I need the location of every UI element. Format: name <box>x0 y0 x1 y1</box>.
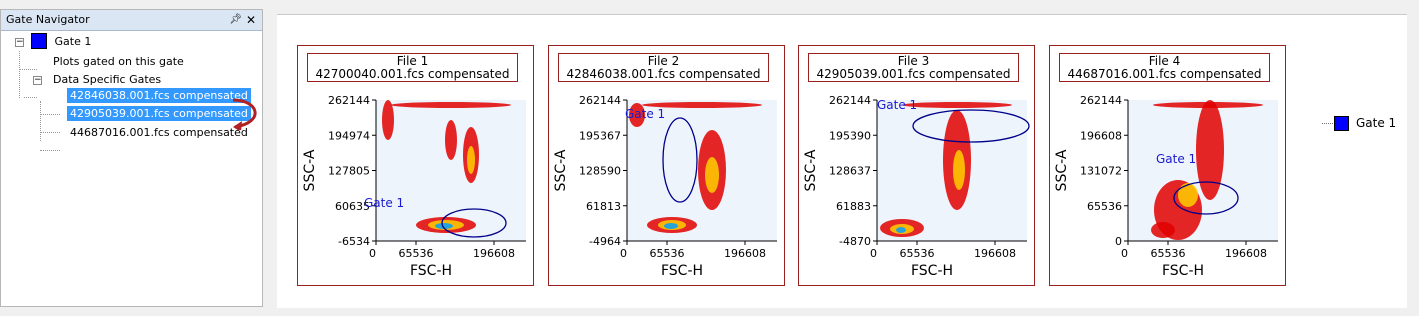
y-tick-label: 61883 <box>836 200 871 213</box>
tree-node-file-1[interactable]: 42846038.001.fcs compensated <box>67 88 251 103</box>
plot-subtitle: 42846038.001.fcs compensated <box>566 67 761 81</box>
gate1-label: Gate 1 <box>54 34 92 48</box>
density-cloud <box>391 102 511 108</box>
file-1-label: 42846038.001.fcs compensated <box>67 88 251 103</box>
y-tick-label: 195390 <box>829 129 871 142</box>
scatter-plot-svg[interactable]: 262144 195390 128637 61883 -48700 65536 196608… <box>799 84 1034 284</box>
plot-title-box: File 3 42905039.001.fcs compensated <box>808 53 1019 82</box>
gate-label: Gate 1 <box>877 98 917 112</box>
data-specific-label: Data Specific Gates <box>53 73 162 86</box>
y-tick-label: -6534 <box>338 235 370 248</box>
plot-subtitle: 42700040.001.fcs compensated <box>315 67 510 81</box>
gate-navigator-panel: Gate Navigator 📌︎ ✕ − Gate 1 Plots gated… <box>0 9 263 307</box>
x-tick-label: 196608 <box>1225 247 1267 260</box>
density-cloud <box>1151 222 1175 238</box>
density-cloud <box>953 150 965 190</box>
close-icon[interactable]: ✕ <box>246 10 256 30</box>
y-tick-label: 196608 <box>1080 129 1122 142</box>
density-cloud <box>664 223 678 229</box>
tree-node-file-2[interactable]: 42905039.001.fcs compensated <box>67 106 251 121</box>
gate-label: Gate 1 <box>1156 152 1196 166</box>
panel-splitter[interactable] <box>263 9 277 307</box>
y-tick-label: 128590 <box>579 165 621 178</box>
y-tick-label: 127805 <box>328 165 370 178</box>
x-tick-label: 0 <box>1121 247 1128 260</box>
gate-label: Gate 1 <box>364 196 404 210</box>
x-axis-label: FSC-H <box>410 263 452 279</box>
plot-title-box: File 4 44687016.001.fcs compensated <box>1059 53 1270 82</box>
plot-file-2[interactable]: File 2 42846038.001.fcs compensated 262144… <box>548 45 785 286</box>
tree-node-gate1[interactable]: Gate 1 <box>31 33 91 49</box>
x-tick-label: 0 <box>870 247 877 260</box>
density-cloud <box>1153 102 1263 108</box>
y-tick-label: 131072 <box>1080 165 1122 178</box>
x-tick-label: 0 <box>620 247 627 260</box>
plot-subtitle: 42905039.001.fcs compensated <box>816 67 1011 81</box>
y-tick-label: 65536 <box>1087 200 1122 213</box>
scatter-plot-svg[interactable]: 262144 195367 128590 61813 -49640 65536 196608… <box>549 84 784 284</box>
density-cloud <box>467 146 475 174</box>
density-cloud <box>896 227 906 233</box>
density-cloud <box>445 120 457 160</box>
plot-file-1[interactable]: File 1 42700040.001.fcs compensated 262144… <box>297 45 534 286</box>
density-cloud <box>382 100 394 140</box>
scatter-plot-svg[interactable]: 26214419497412780560635-65340 65536 196608… <box>298 84 533 284</box>
scatter-plot-svg[interactable]: 2621441966081310726553600 65536 196608FSC-… <box>1050 84 1285 284</box>
x-axis-label: FSC-H <box>911 263 953 279</box>
tree-node-plots-gated[interactable]: Plots gated on this gate <box>53 55 184 68</box>
y-tick-label: 128637 <box>829 165 871 178</box>
y-tick-label: 262144 <box>1080 94 1122 107</box>
density-cloud <box>705 157 719 193</box>
x-tick-label: 196608 <box>473 247 515 260</box>
density-cloud <box>1178 183 1198 207</box>
file-2-label: 42905039.001.fcs compensated <box>67 106 251 121</box>
x-tick-label: 65536 <box>900 247 935 260</box>
density-cloud <box>902 102 1012 108</box>
density-cloud <box>1196 100 1224 200</box>
x-tick-label: 0 <box>369 247 376 260</box>
plot-title-box: File 1 42700040.001.fcs compensated <box>307 53 518 82</box>
y-axis-label: SSC-A <box>803 149 819 191</box>
y-tick-label: -4964 <box>589 235 621 248</box>
collapse-gate1-toggle[interactable]: − <box>15 38 24 47</box>
y-tick-label: 262144 <box>328 94 370 107</box>
collapse-data-specific-toggle[interactable]: − <box>33 76 42 85</box>
plots-gated-label: Plots gated on this gate <box>53 55 184 68</box>
x-tick-label: 65536 <box>650 247 685 260</box>
pin-icon[interactable]: 📌︎ <box>229 10 242 30</box>
x-tick-label: 65536 <box>399 247 434 260</box>
gate-color-swatch <box>31 33 47 49</box>
tree-node-file-3[interactable]: 44687016.001.fcs compensated <box>67 126 251 139</box>
y-tick-label: 61813 <box>586 200 621 213</box>
legend-label: Gate 1 <box>1356 116 1397 130</box>
plot-subtitle: 44687016.001.fcs compensated <box>1067 67 1262 81</box>
gate-label: Gate 1 <box>625 107 665 121</box>
y-axis-label: SSC-A <box>553 149 569 191</box>
x-tick-label: 65536 <box>1151 247 1186 260</box>
y-tick-label: -4870 <box>839 235 871 248</box>
plot-file-3[interactable]: File 3 42905039.001.fcs compensated 262144… <box>798 45 1035 286</box>
panel-title: Gate Navigator <box>6 13 90 26</box>
plot-file-4[interactable]: File 4 44687016.001.fcs compensated 262144… <box>1049 45 1286 286</box>
y-axis-label: SSC-A <box>302 149 318 191</box>
y-tick-label: 195367 <box>579 129 621 142</box>
x-axis-label: FSC-H <box>1162 263 1204 279</box>
panel-title-bar: Gate Navigator 📌︎ ✕ <box>1 10 262 31</box>
tree-node-data-specific[interactable]: Data Specific Gates <box>53 73 161 86</box>
legend-swatch <box>1334 116 1349 131</box>
y-tick-label: 262144 <box>579 94 621 107</box>
y-axis-label: SSC-A <box>1054 149 1070 191</box>
plot-area: File 1 42700040.001.fcs compensated 262144… <box>277 14 1407 308</box>
x-axis-label: FSC-H <box>661 263 703 279</box>
y-tick-label: 262144 <box>829 94 871 107</box>
y-tick-label: 194974 <box>328 129 370 142</box>
x-tick-label: 196608 <box>974 247 1016 260</box>
plot-title-box: File 2 42846038.001.fcs compensated <box>558 53 769 82</box>
file-3-label: 44687016.001.fcs compensated <box>70 126 248 139</box>
x-tick-label: 196608 <box>724 247 766 260</box>
